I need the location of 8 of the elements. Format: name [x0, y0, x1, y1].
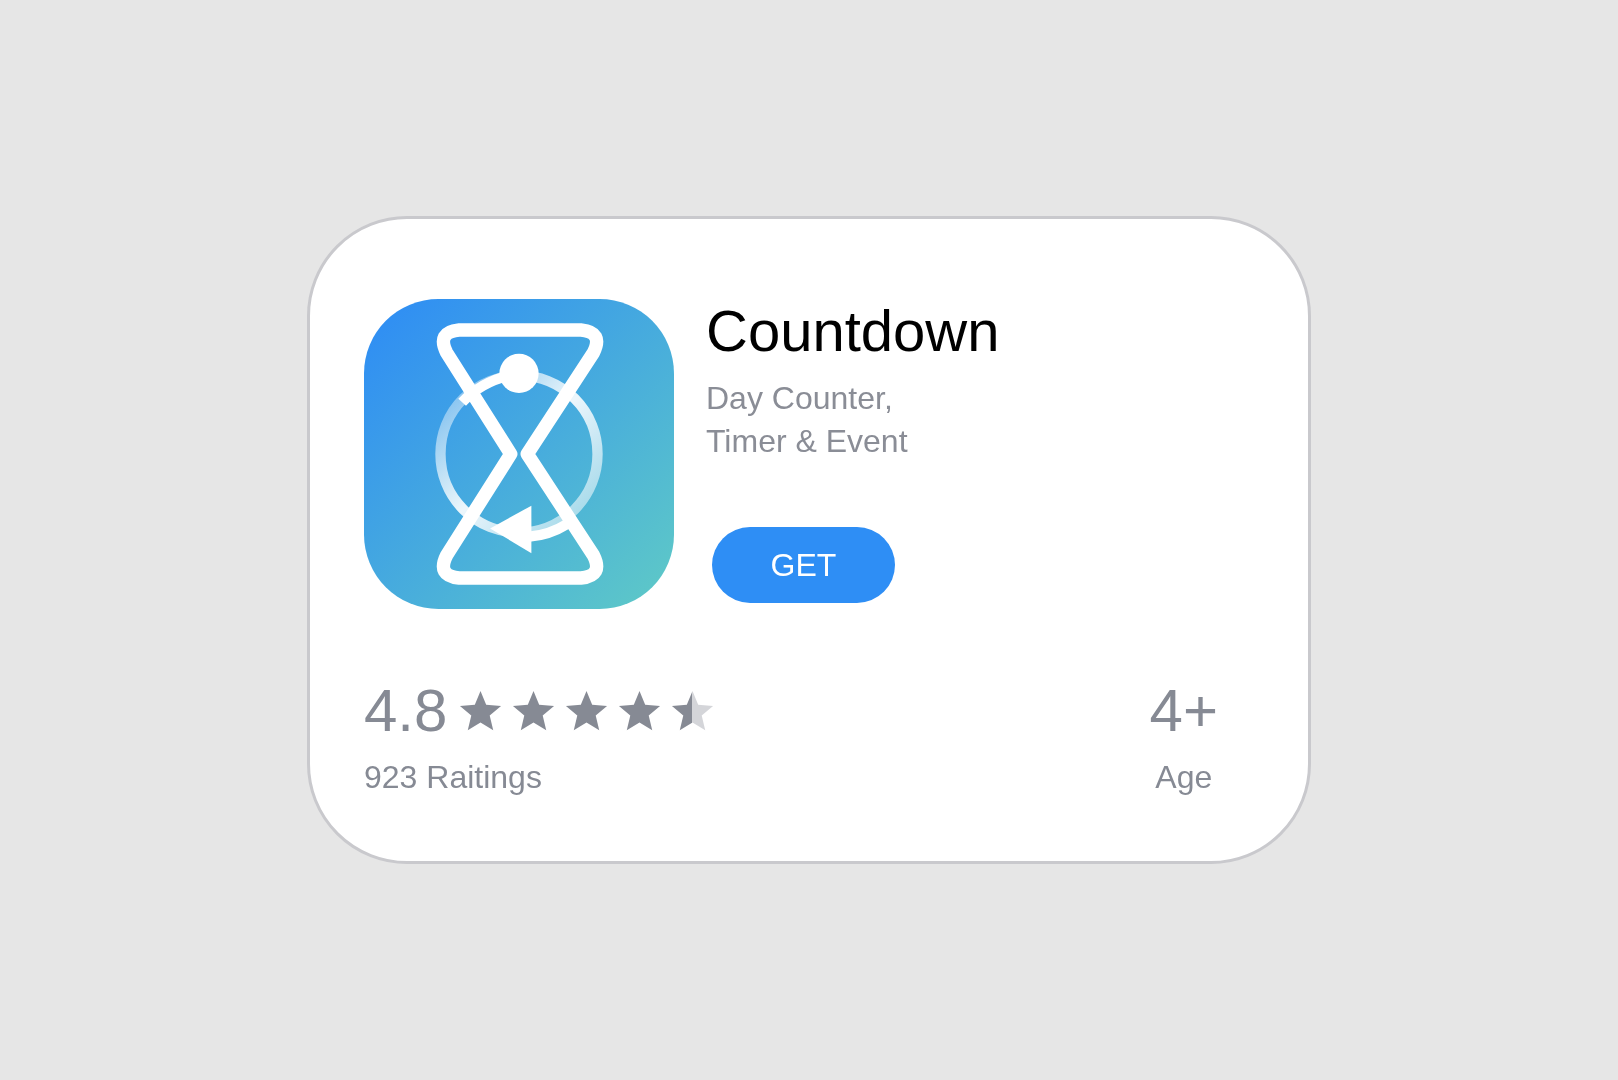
app-subtitle: Day Counter, Timer & Event — [706, 378, 908, 461]
ratings-count: 923 Raitings — [364, 759, 543, 796]
app-icon[interactable] — [364, 299, 674, 609]
age-label: Age — [1155, 759, 1213, 796]
age-rating: 4+ — [1149, 681, 1218, 741]
rating-value: 4.8 — [364, 681, 448, 741]
app-title: Countdown — [706, 299, 1000, 363]
get-button[interactable]: GET — [712, 527, 895, 604]
